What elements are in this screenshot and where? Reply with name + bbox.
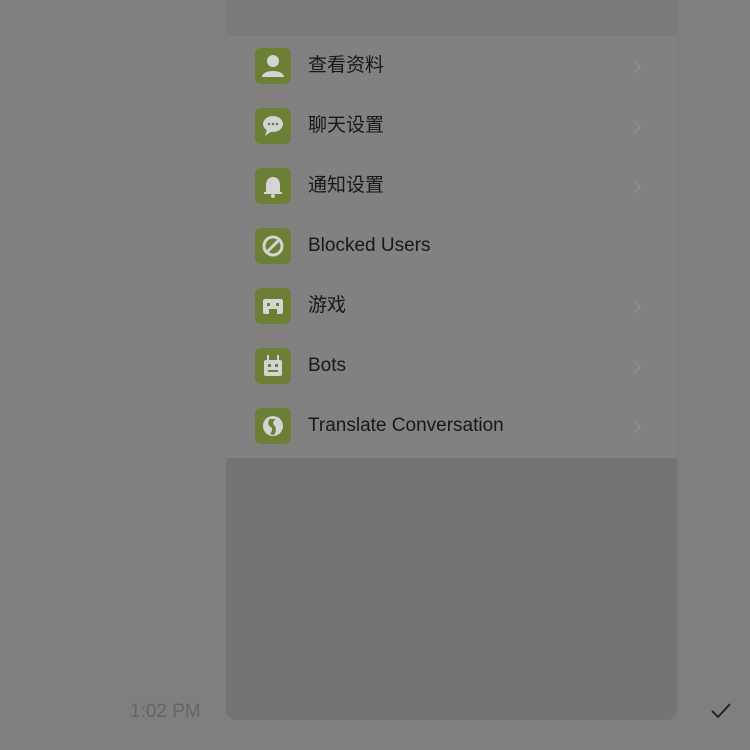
menu-item-label: 查看资料 xyxy=(308,55,385,76)
menu-item-label: 游戏 xyxy=(308,295,347,316)
chevron-right-icon xyxy=(633,60,642,74)
chevron-right-icon xyxy=(633,360,642,374)
chat-bubble-icon xyxy=(255,108,291,144)
menu-item-label: Translate Conversation xyxy=(308,415,504,436)
block-icon xyxy=(255,228,291,264)
bubble-header xyxy=(226,0,677,36)
message-bubble: 查看资料 聊天设置 通知设置 Blocked Users 游戏 Bots Tra… xyxy=(226,0,677,720)
chat-options-menu: 查看资料 聊天设置 通知设置 Blocked Users 游戏 Bots Tra… xyxy=(226,36,677,458)
menu-item-notification-settings[interactable]: 通知设置 xyxy=(226,156,677,216)
menu-item-label: 通知设置 xyxy=(308,175,385,196)
menu-item-bots[interactable]: Bots xyxy=(226,336,677,396)
bell-icon xyxy=(255,168,291,204)
chevron-right-icon xyxy=(633,180,642,194)
checkmark-icon xyxy=(711,703,731,719)
chevron-right-icon xyxy=(633,420,642,434)
chevron-right-icon xyxy=(633,300,642,314)
menu-item-label: Bots xyxy=(308,355,347,376)
menu-item-blocked-users[interactable]: Blocked Users xyxy=(226,216,677,276)
translate-icon xyxy=(255,408,291,444)
bot-icon xyxy=(255,348,291,384)
menu-item-view-profile[interactable]: 查看资料 xyxy=(226,36,677,96)
menu-item-chat-settings[interactable]: 聊天设置 xyxy=(226,96,677,156)
game-icon xyxy=(255,288,291,324)
message-timestamp: 1:02 PM xyxy=(130,701,201,722)
profile-icon xyxy=(255,48,291,84)
chat-screen: 查看资料 聊天设置 通知设置 Blocked Users 游戏 Bots Tra… xyxy=(0,0,750,750)
menu-item-games[interactable]: 游戏 xyxy=(226,276,677,336)
menu-item-translate-conversation[interactable]: Translate Conversation xyxy=(226,396,677,456)
menu-item-label: Blocked Users xyxy=(308,235,431,256)
chevron-right-icon xyxy=(633,120,642,134)
menu-item-label: 聊天设置 xyxy=(308,115,385,136)
